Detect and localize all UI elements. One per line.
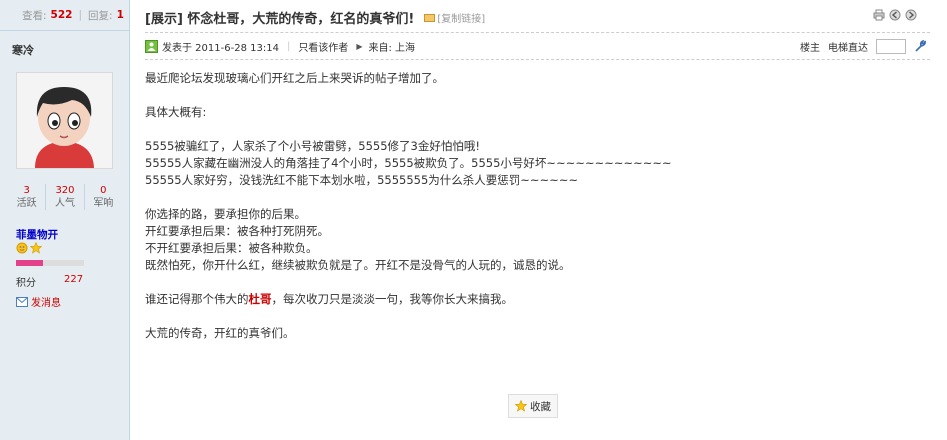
meta-right: 楼主 电梯直达: [800, 38, 930, 54]
moon-icon: [16, 242, 28, 254]
level-progress-bar: [16, 260, 84, 266]
post-paragraph: 不开红要承担后果：被各种欺负。: [145, 241, 318, 255]
score-label: 积分: [16, 278, 36, 289]
post-paragraph: [145, 189, 925, 206]
avatar[interactable]: [16, 72, 113, 169]
post-paragraph: 5555被骗红了，人家杀了个小号被雷劈，5555修了3金好怕怕哦!: [145, 139, 480, 153]
wrench-icon[interactable]: [914, 40, 926, 52]
thread-stats: 查看: 522 | 回复: 1: [0, 0, 129, 31]
post-title: [展示] 怀念杜哥，大荒的传奇，红名的真爷们!: [145, 12, 415, 27]
replies-count: 1: [116, 9, 124, 21]
print-icon[interactable]: [873, 9, 885, 21]
only-author-link[interactable]: 只看该作者: [298, 39, 348, 54]
send-message-label: 发消息: [31, 298, 61, 309]
post-paragraph: [145, 274, 925, 291]
post-paragraph: 既然怕死，你开什么红，继续被欺负就是了。开红不是没骨气的人玩的，诚恳的说。: [145, 258, 571, 272]
views-count: 522: [50, 9, 73, 21]
user-group[interactable]: 菲墨物开: [16, 227, 58, 242]
envelope-icon: [16, 296, 28, 307]
score-value: 227: [64, 274, 84, 285]
post-main: [展示] 怀念杜哥，大荒的传奇，红名的真爷们! [复制链接] 发表于 2011-…: [131, 0, 947, 440]
link-icon: [424, 14, 436, 22]
favorite-button[interactable]: 收藏: [508, 394, 558, 418]
online-status-icon: [145, 39, 158, 53]
arrow-right-icon: ▶: [356, 41, 363, 51]
post-paragraph: 55555人家好穷，没钱洗红不能下本划水啦，5555555为什么杀人要惩罚~~~…: [145, 173, 579, 187]
send-message-link[interactable]: 发消息: [16, 294, 61, 309]
post-tools: [873, 9, 917, 21]
replies-label: 回复:: [88, 9, 113, 22]
level-progress-fill: [16, 260, 44, 266]
next-thread-icon[interactable]: [905, 9, 917, 21]
highlighted-name: 杜哥: [248, 292, 272, 306]
post-paragraph: 最近爬论坛发现玻璃心们开红之后上来哭诉的帖子增加了。: [145, 71, 444, 85]
author-counts: 3 活跃 320 人气 0 军响: [8, 184, 122, 210]
star-icon: [515, 400, 527, 412]
post-paragraph: 具体大概有:: [145, 105, 207, 119]
stats-divider: |: [78, 9, 83, 21]
post-content: 最近爬论坛发现玻璃心们开红之后上来哭诉的帖子增加了。 具体大概有: 5555被骗红了…: [145, 70, 925, 342]
post-paragraph: [145, 121, 925, 138]
previous-thread-icon[interactable]: [889, 9, 901, 21]
post-meta-bar: 发表于 2011-6-28 13:14 | 只看该作者 ▶ 来自: 上海 楼主 …: [145, 32, 930, 60]
post-paragraph: [145, 308, 925, 325]
jump-floor-input[interactable]: [876, 38, 906, 54]
post-paragraph: 大荒的传奇，开红的真爷们。: [145, 326, 295, 340]
post-date: 发表于 2011-6-28 13:14: [162, 42, 279, 54]
post-paragraph: [145, 87, 925, 104]
meta-divider: |: [286, 40, 291, 52]
jump-floor-label: 电梯直达: [828, 42, 868, 54]
count-activity[interactable]: 3 活跃: [8, 184, 47, 210]
author-sidebar: 查看: 522 | 回复: 1 寒冷 3 活跃 320 人气 0 军响 菲墨物开…: [0, 0, 130, 440]
copy-link[interactable]: [复制链接]: [424, 10, 485, 25]
post-title-bar: [展示] 怀念杜哥，大荒的传奇，红名的真爷们! [复制链接]: [145, 8, 485, 27]
favorite-label: 收藏: [530, 400, 551, 413]
author-name[interactable]: 寒冷: [12, 42, 34, 58]
post-paragraph: 开红要承担后果：被各种打死阴死。: [145, 224, 329, 238]
rank-stars: [16, 242, 42, 254]
post-source: 来自: 上海: [368, 42, 416, 54]
count-popularity[interactable]: 320 人气: [46, 184, 85, 210]
copy-link-label: [复制链接]: [437, 14, 486, 25]
post-paragraph: 谁还记得那个伟大的杜哥，每次收刀只是淡淡一句，我等你长大来搞我。: [145, 292, 513, 306]
star-icon: [30, 242, 42, 254]
floor-label: 楼主: [800, 42, 820, 54]
score-row: 积分 227: [16, 274, 83, 289]
views-label: 查看:: [22, 9, 47, 22]
post-paragraph: 55555人家藏在幽洲没人的角落挂了4个小时，5555被欺负了。5555小号好坏…: [145, 156, 672, 170]
post-paragraph: 你选择的路，要承担你的后果。: [145, 207, 306, 221]
count-merit[interactable]: 0 军响: [85, 184, 122, 210]
